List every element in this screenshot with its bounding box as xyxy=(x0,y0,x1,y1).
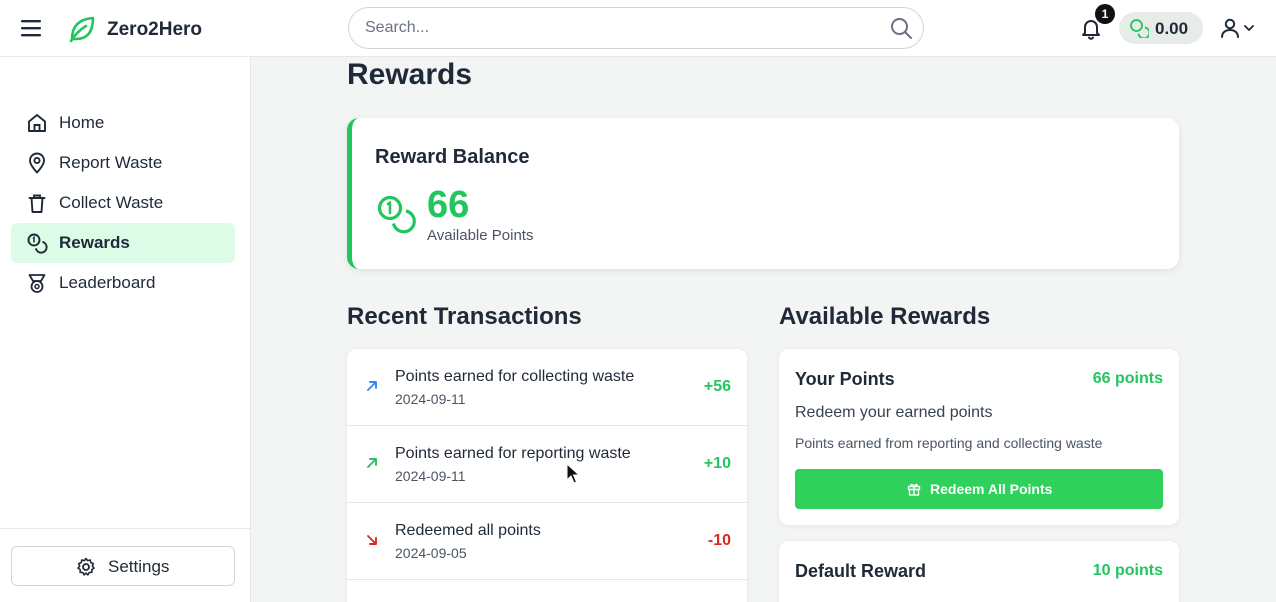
sidebar-item-report-waste[interactable]: Report Waste xyxy=(11,143,235,183)
reward-points: 66 points xyxy=(1092,370,1163,387)
map-pin-icon xyxy=(29,152,45,174)
medal-icon xyxy=(28,274,46,293)
transaction-row: Points earned for collecting waste 2024-… xyxy=(347,349,747,426)
arrow-down-right-icon xyxy=(367,535,377,545)
user-icon[interactable] xyxy=(1218,16,1242,40)
rewards-heading: Available Rewards xyxy=(779,303,991,330)
points-value: 66 xyxy=(427,184,470,226)
transaction-row: Points earned for reporting waste 2024-0… xyxy=(347,426,747,503)
transaction-amount: +10 xyxy=(703,455,731,472)
coins-icon xyxy=(27,233,48,254)
reward-points: 10 points xyxy=(1092,562,1163,579)
home-icon xyxy=(28,114,46,132)
balance-display: 0.00 xyxy=(1119,12,1203,44)
sidebar: Home Report Waste Collect Waste Rewards … xyxy=(0,57,251,602)
transaction-date: 2024-09-05 xyxy=(395,545,467,561)
app-name: Zero2Hero xyxy=(107,19,203,40)
sidebar-divider xyxy=(0,528,250,529)
sidebar-item-label: Collect Waste xyxy=(59,193,164,212)
gift-icon xyxy=(907,483,921,496)
reward-info: Points earned from reporting and collect… xyxy=(795,435,1103,451)
sidebar-item-rewards[interactable]: Rewards xyxy=(11,223,235,263)
reward-name: Your Points xyxy=(795,369,895,389)
gear-icon xyxy=(77,557,95,576)
settings-label: Settings xyxy=(108,557,170,576)
sidebar-item-collect-waste[interactable]: Collect Waste xyxy=(11,183,235,223)
balance-value: 0.00 xyxy=(1155,19,1189,38)
sidebar-item-label: Leaderboard xyxy=(59,273,156,292)
transaction-date: 2024-09-11 xyxy=(395,391,466,407)
arrow-up-right-icon xyxy=(367,458,377,468)
transaction-description: Redeemed all points xyxy=(395,522,541,539)
coins-icon xyxy=(1130,19,1149,38)
redeem-button-label: Redeem All Points xyxy=(930,481,1053,497)
transactions-heading: Recent Transactions xyxy=(347,303,582,330)
points-subtitle: Available Points xyxy=(427,227,534,244)
notification-badge: 1 xyxy=(1095,4,1115,24)
chevron-down-icon[interactable] xyxy=(1243,22,1255,34)
transaction-description: Points earned for reporting waste xyxy=(395,445,631,462)
leaf-logo-icon xyxy=(69,16,95,43)
transaction-description: Points earned for collecting waste xyxy=(395,368,635,385)
balance-card-title: Reward Balance xyxy=(375,146,530,168)
transaction-date: 2024-09-11 xyxy=(395,468,466,484)
transaction-row: Redeemed all points 2024-09-05 -10 xyxy=(347,503,747,580)
top-header: Zero2Hero 1 0.00 xyxy=(0,0,1276,57)
page-title: Rewards xyxy=(347,58,473,91)
reward-card-default: Default Reward 10 points xyxy=(779,541,1179,602)
coins-icon xyxy=(377,195,416,234)
trash-icon xyxy=(28,194,46,213)
sidebar-item-leaderboard[interactable]: Leaderboard xyxy=(11,263,235,303)
transaction-amount: +56 xyxy=(703,378,731,395)
reward-balance-card: Reward Balance 66 Available Points xyxy=(347,118,1179,269)
search-icon[interactable] xyxy=(889,16,913,40)
redeem-all-points-button[interactable]: Redeem All Points xyxy=(795,469,1163,509)
reward-description: Redeem your earned points xyxy=(795,404,993,421)
transaction-amount: -10 xyxy=(707,532,731,549)
arrow-up-right-icon xyxy=(367,381,377,391)
transactions-list: Points earned for collecting waste 2024-… xyxy=(347,349,747,602)
search-bar xyxy=(348,7,924,49)
sidebar-item-label: Rewards xyxy=(59,233,130,252)
reward-card-your-points: Your Points 66 points Redeem your earned… xyxy=(779,349,1179,525)
sidebar-item-home[interactable]: Home xyxy=(11,103,235,143)
mouse-cursor-icon xyxy=(566,463,580,484)
sidebar-item-label: Report Waste xyxy=(59,153,163,172)
search-input[interactable] xyxy=(365,17,865,39)
reward-name: Default Reward xyxy=(795,561,927,581)
settings-button[interactable]: Settings xyxy=(11,546,235,586)
sidebar-item-label: Home xyxy=(59,113,105,132)
hamburger-menu-icon[interactable] xyxy=(20,18,42,38)
